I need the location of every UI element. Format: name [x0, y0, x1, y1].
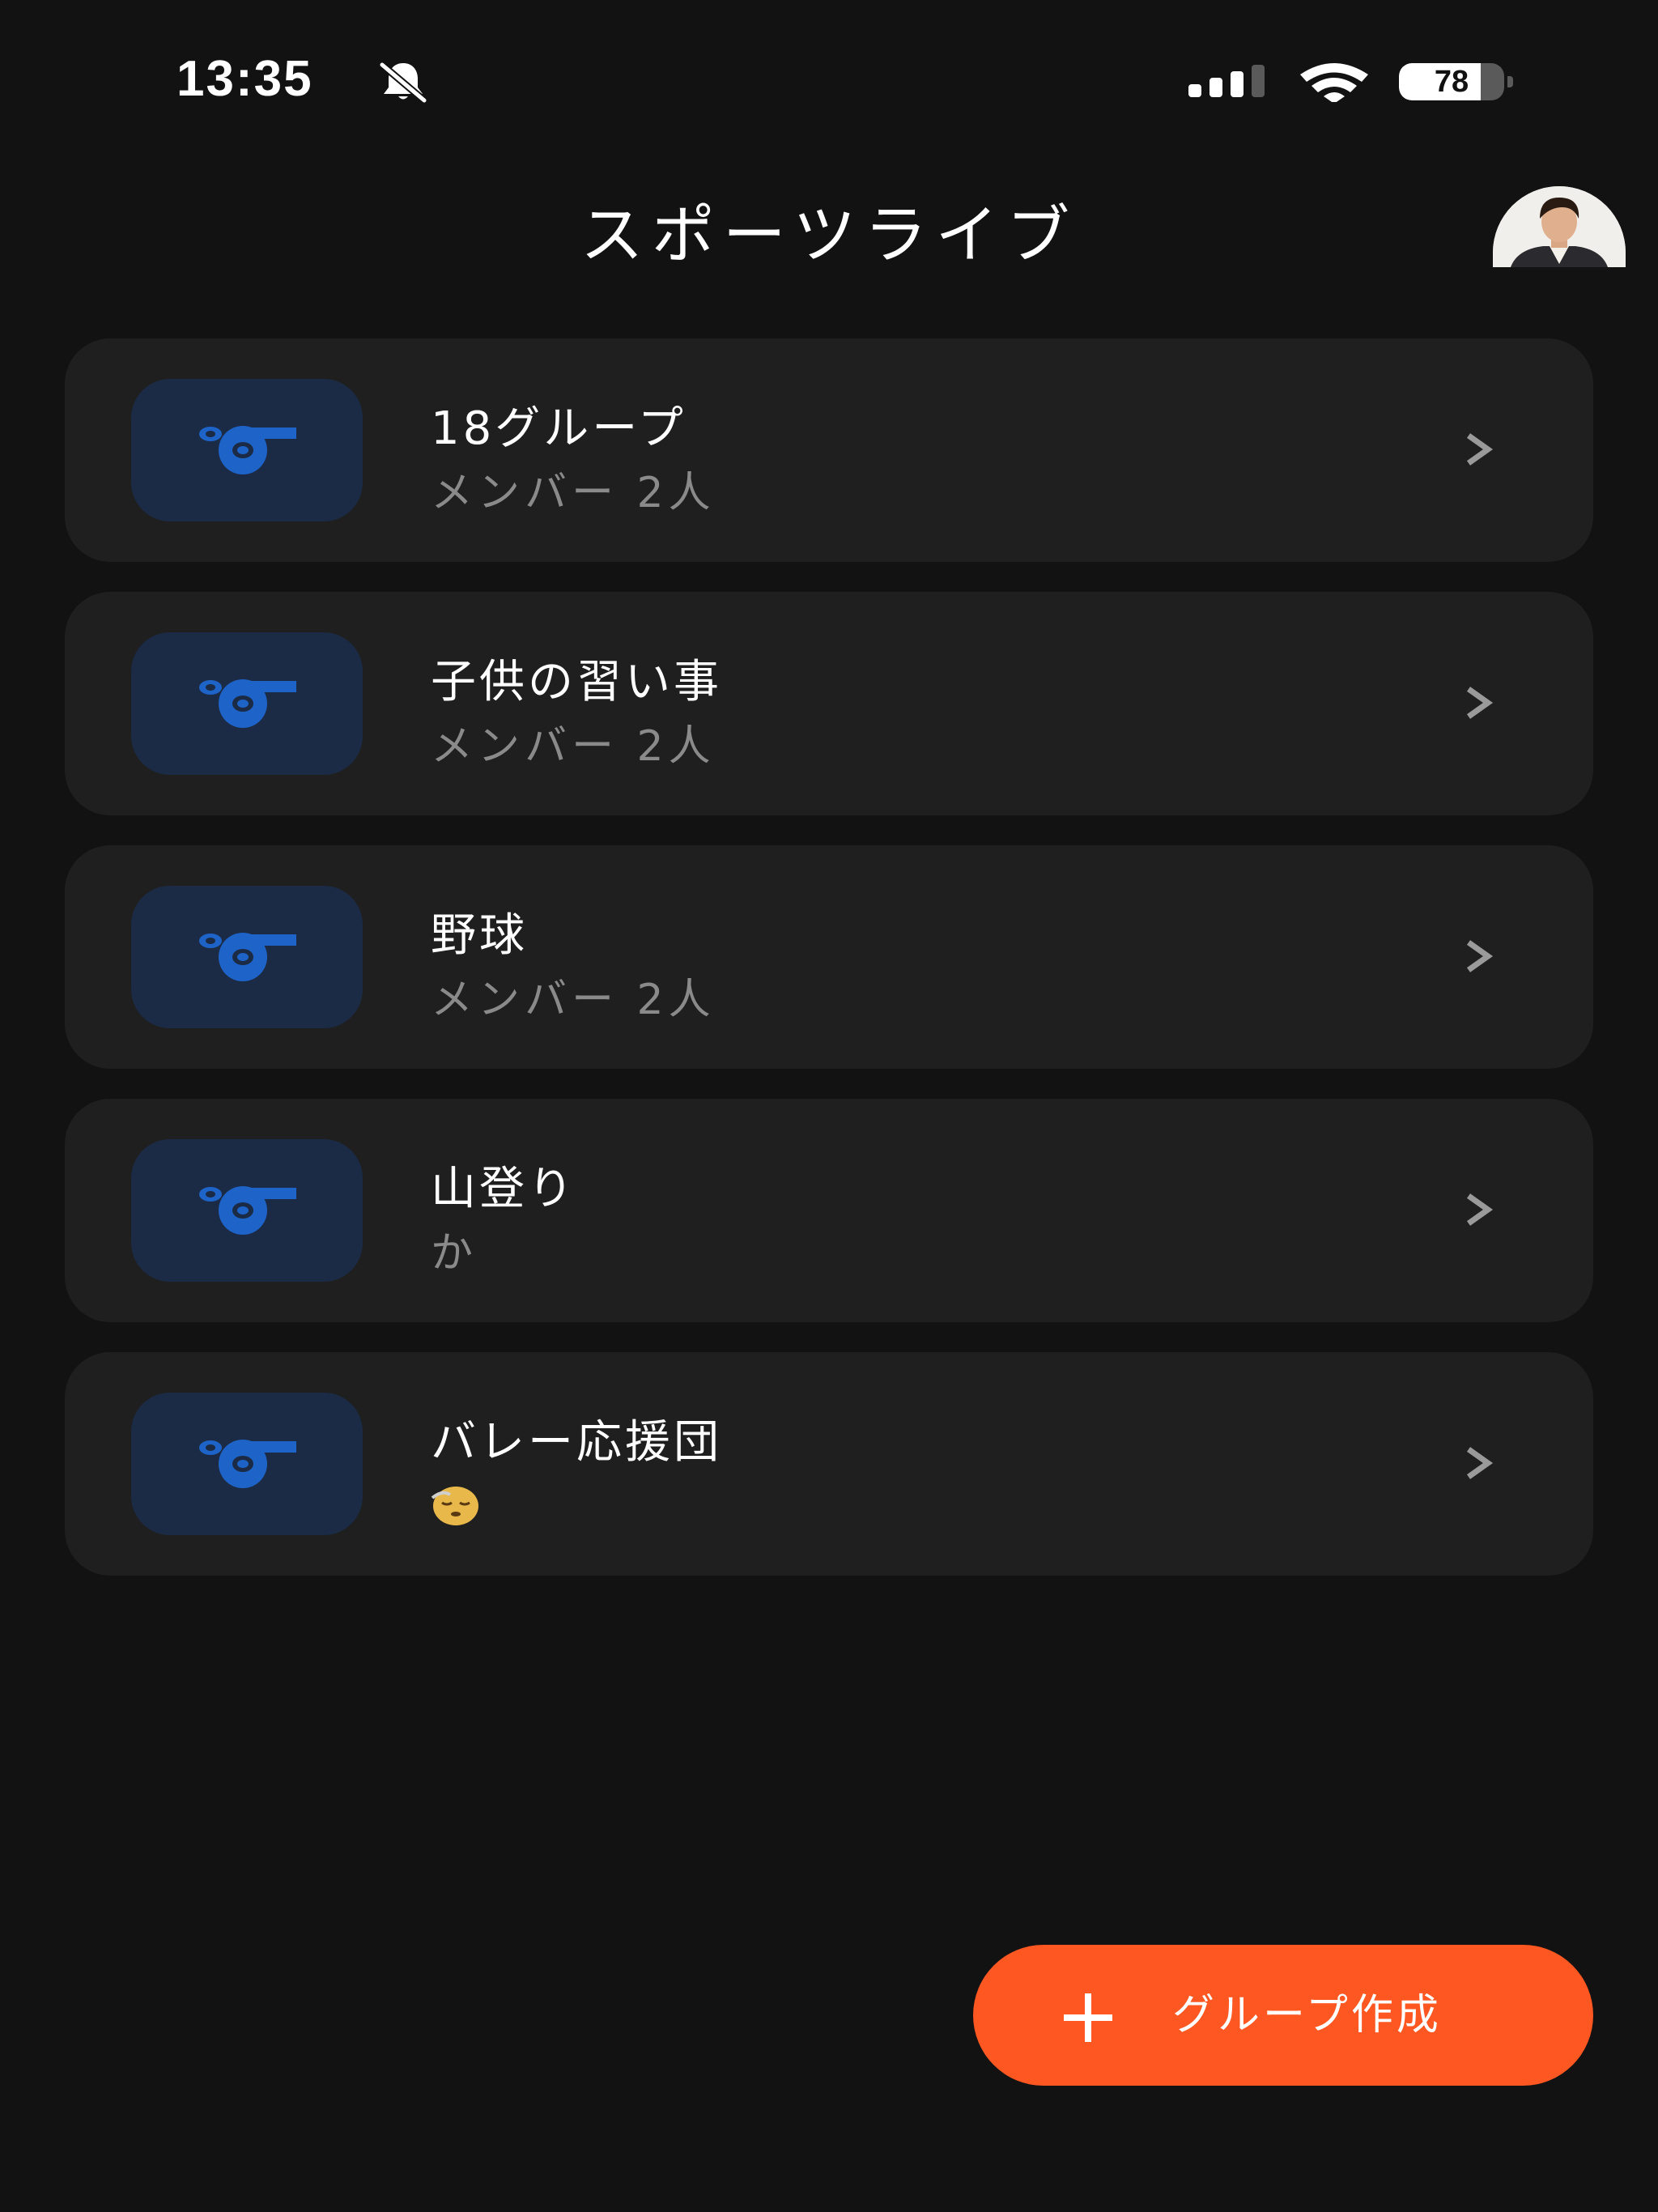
whistle-icon	[199, 426, 296, 474]
create-group-button[interactable]: グループ作成	[973, 1945, 1593, 2086]
group-subtitle: か	[431, 1229, 478, 1278]
group-list: 18グループ メンバー 2人 子供の習い事 メンバー 2人 野球 メンバー 2人…	[65, 338, 1593, 1606]
group-icon-box	[131, 379, 363, 521]
group-name: 山登り	[431, 1163, 576, 1215]
group-card-18-group[interactable]: 18グループ メンバー 2人	[65, 338, 1593, 562]
battery-icon: 78	[1399, 63, 1504, 100]
whistle-icon	[199, 1440, 296, 1488]
signal-icon	[1188, 65, 1265, 97]
group-member-count: メンバー 2人	[431, 722, 716, 771]
group-card-mountain-climbing[interactable]: 山登り か	[65, 1099, 1593, 1322]
group-name: 子供の習い事	[431, 656, 722, 708]
create-group-label: グループ作成	[1172, 1991, 1442, 2040]
wifi-icon	[1300, 63, 1368, 102]
group-member-count: メンバー 2人	[431, 469, 716, 517]
whistle-icon	[199, 1186, 296, 1235]
group-icon-box	[131, 632, 363, 775]
chevron-right-icon	[1466, 940, 1494, 972]
status-time: 13:35	[176, 51, 313, 107]
group-icon-box	[131, 1139, 363, 1282]
group-name: バレー応援団	[431, 1416, 722, 1469]
battery-level: 78	[1434, 65, 1469, 99]
status-bar: 13:35 78	[0, 0, 1658, 162]
chevron-right-icon	[1466, 1193, 1494, 1226]
face-exhaling-icon	[431, 1487, 478, 1525]
group-card-baseball[interactable]: 野球 メンバー 2人	[65, 845, 1593, 1069]
bell-slash-icon	[380, 62, 427, 104]
battery-tip	[1507, 76, 1513, 87]
group-member-count: メンバー 2人	[431, 976, 716, 1024]
whistle-icon	[199, 679, 296, 728]
chevron-right-icon	[1466, 687, 1494, 719]
app-screen: 13:35 78 スポーツライブ 18グループ メンバー 2人 子供の習い事 メ…	[0, 0, 1658, 2212]
group-icon-box	[131, 1393, 363, 1535]
group-name: 18グループ	[431, 402, 687, 455]
whistle-icon	[199, 933, 296, 981]
page-title: スポーツライブ	[580, 199, 1078, 272]
chevron-right-icon	[1466, 433, 1494, 466]
plus-icon	[1064, 1993, 1112, 2042]
group-name: 野球	[431, 909, 528, 962]
group-icon-box	[131, 886, 363, 1028]
group-card-volleyball-cheer[interactable]: バレー応援団	[65, 1352, 1593, 1576]
chevron-right-icon	[1466, 1447, 1494, 1479]
group-card-kids-lessons[interactable]: 子供の習い事 メンバー 2人	[65, 592, 1593, 815]
